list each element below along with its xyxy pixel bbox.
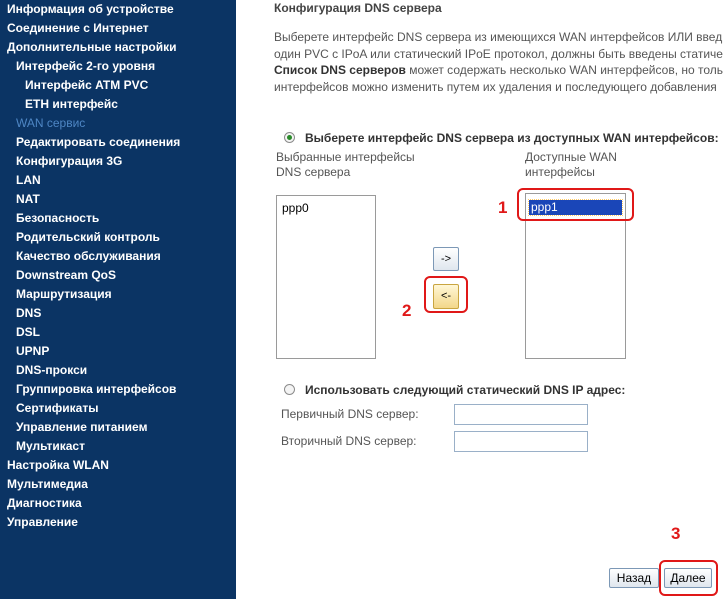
sidebar-item[interactable]: Дополнительные настройки [7, 40, 177, 54]
selected-interfaces-label-2: DNS сервера [276, 165, 351, 179]
dns-list-term: Список DNS серверов [274, 63, 406, 77]
sidebar-item[interactable]: Настройка WLAN [7, 458, 109, 472]
back-button[interactable]: Назад [609, 568, 659, 588]
primary-dns-input[interactable] [454, 404, 588, 425]
secondary-dns-input[interactable] [454, 431, 588, 452]
sidebar-item[interactable]: DSL [16, 325, 40, 339]
sidebar-item[interactable]: NAT [16, 192, 40, 206]
sidebar-item[interactable]: Интерфейс ATM PVC [25, 78, 148, 92]
sidebar-item[interactable]: Качество обслуживания [16, 249, 161, 263]
annotation-number-2: 2 [402, 301, 412, 320]
sidebar-item[interactable]: ETH интерфейс [25, 97, 118, 111]
sidebar-item[interactable]: Группировка интерфейсов [16, 382, 176, 396]
selected-dns-interfaces-listbox[interactable]: ppp0 [276, 195, 376, 359]
radio-static-dns-option[interactable] [284, 384, 295, 395]
description-line-2: один PVC с IPoA или статический IPoE про… [274, 46, 723, 61]
radio-interface-option[interactable] [284, 132, 295, 143]
sidebar-item[interactable]: Маршрутизация [16, 287, 112, 301]
move-right-button[interactable]: -> [433, 247, 459, 271]
annotation-number-1: 1 [498, 198, 508, 217]
radio-static-dns-label: Использовать следующий статический DNS I… [305, 383, 626, 397]
radio-interface-label: Выберете интерфейс DNS сервера из доступ… [305, 131, 719, 145]
sidebar-item[interactable]: Соединение с Интернет [7, 21, 149, 35]
description-line-3: Список DNS серверов может содержать неск… [274, 62, 723, 79]
sidebar-item[interactable]: Мультикаст [16, 439, 85, 453]
annotation-number-3: 3 [671, 524, 681, 543]
highlight-box-available-interface [517, 188, 634, 221]
sidebar-item[interactable]: Информация об устройстве [7, 2, 174, 16]
available-interfaces-label-2: интерфейсы [525, 165, 595, 179]
available-interfaces-label-1: Доступные WAN [525, 150, 617, 164]
description-line-4: интерфейсов можно изменить путем их удал… [274, 79, 717, 94]
sidebar-item[interactable]: Интерфейс 2-го уровня [16, 59, 155, 73]
sidebar-item[interactable]: DNS-прокси [16, 363, 87, 377]
secondary-dns-label: Вторичный DNS сервер: [281, 434, 417, 448]
description-line-1: Выберете интерфейс DNS сервера из имеющи… [274, 30, 723, 44]
highlight-box-next-button [659, 560, 718, 596]
sidebar-item[interactable]: LAN [16, 173, 41, 187]
sidebar-item[interactable]: Управление [7, 515, 78, 529]
sidebar-item[interactable]: Downstream QoS [16, 268, 116, 282]
sidebar-item[interactable]: DNS [16, 306, 41, 320]
sidebar-item[interactable]: Управление питанием [16, 420, 147, 434]
sidebar-item[interactable]: Мультимедиа [7, 477, 88, 491]
selected-interface-option[interactable]: ppp0 [282, 201, 309, 215]
sidebar-nav: Информация об устройстве Соединение с Инт… [0, 0, 236, 599]
highlight-box-move-left [424, 276, 468, 313]
sidebar-item[interactable]: WAN сервис [16, 116, 85, 130]
sidebar-item[interactable]: Родительский контроль [16, 230, 160, 244]
sidebar-item[interactable]: Редактировать соединения [16, 135, 180, 149]
sidebar-item[interactable]: Диагностика [7, 496, 82, 510]
sidebar-item[interactable]: UPNP [16, 344, 49, 358]
sidebar-item[interactable]: Сертификаты [16, 401, 98, 415]
sidebar-item[interactable]: Безопасность [16, 211, 99, 225]
selected-interfaces-label-1: Выбранные интерфейсы [276, 150, 415, 164]
description-line-3-rest: может содержать несколько WAN интерфейсо… [405, 63, 724, 77]
primary-dns-label: Первичный DNS сервер: [281, 407, 419, 421]
sidebar-item[interactable]: Конфигурация 3G [16, 154, 122, 168]
main-content: Конфигурация DNS сервера Выберете интерф… [236, 0, 727, 599]
page-title: Конфигурация DNS сервера [274, 1, 442, 15]
